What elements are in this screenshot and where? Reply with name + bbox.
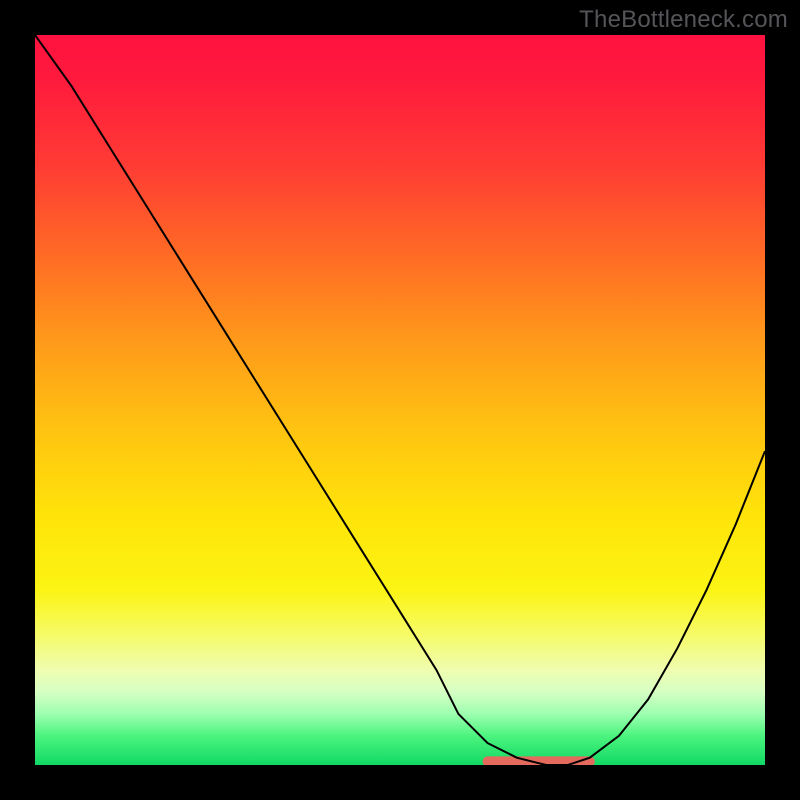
curve-svg <box>35 35 765 765</box>
chart-frame: TheBottleneck.com <box>0 0 800 800</box>
bottleneck-curve-line <box>35 35 765 765</box>
plot-area <box>35 35 765 765</box>
watermark-text: TheBottleneck.com <box>579 6 788 34</box>
